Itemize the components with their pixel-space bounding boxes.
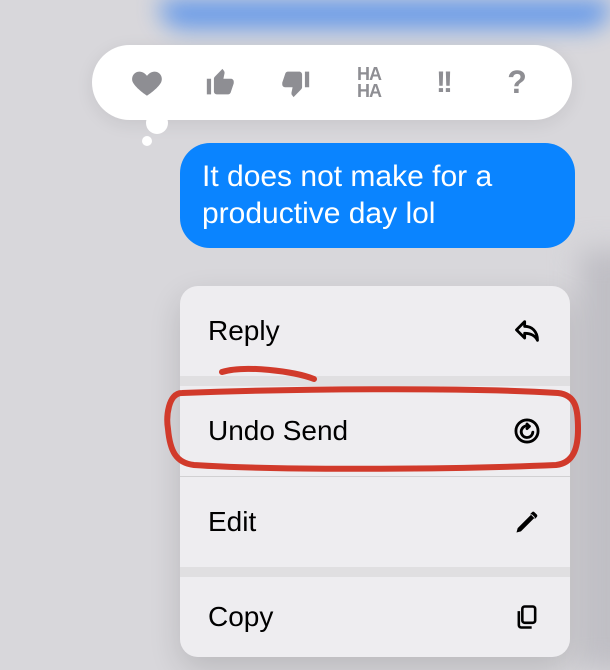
pencil-icon [512, 507, 542, 537]
menu-label: Reply [208, 315, 280, 347]
thumbs-down-icon[interactable] [275, 63, 315, 103]
copy-pages-icon [512, 602, 542, 632]
sent-message-bubble[interactable]: It does not make for a productive day lo… [180, 143, 575, 248]
blurred-side [580, 250, 610, 670]
reply-button[interactable]: Reply [180, 286, 570, 376]
menu-label: Undo Send [208, 415, 348, 447]
question-icon[interactable]: ? [497, 63, 537, 103]
tapback-bar: HAHA !! ? [92, 45, 572, 120]
blurred-prev-bubble [160, 0, 610, 28]
thumbs-up-icon[interactable] [201, 63, 241, 103]
heart-icon[interactable] [127, 63, 167, 103]
copy-button[interactable]: Copy [180, 577, 570, 657]
exclaim-icon[interactable]: !! [423, 63, 463, 103]
haha-icon[interactable]: HAHA [349, 63, 389, 103]
edit-button[interactable]: Edit [180, 477, 570, 567]
undo-circle-icon [512, 416, 542, 446]
reply-arrow-icon [512, 316, 542, 346]
message-context-menu: Reply Undo Send Edit Copy [180, 286, 570, 657]
undo-send-button[interactable]: Undo Send [180, 386, 570, 476]
menu-label: Edit [208, 506, 256, 538]
menu-label: Copy [208, 601, 273, 633]
message-text: It does not make for a productive day lo… [202, 160, 492, 230]
tapback-tail [146, 112, 168, 146]
